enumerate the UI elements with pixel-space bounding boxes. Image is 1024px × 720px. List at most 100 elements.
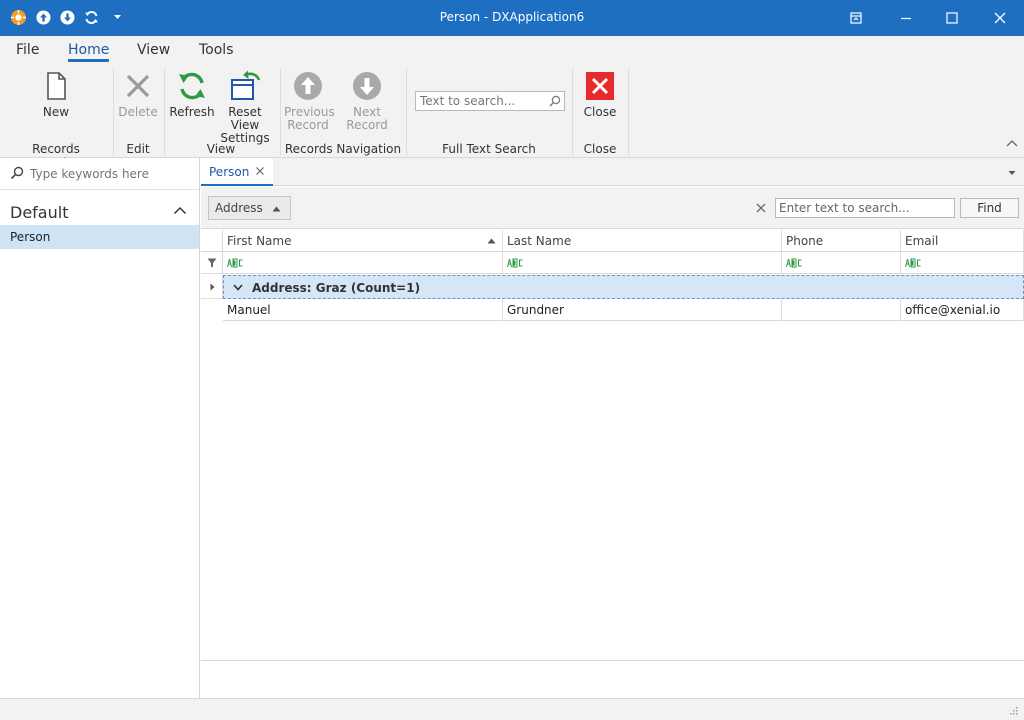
filter-cell-phone[interactable] <box>782 252 901 274</box>
group-panel: Address Find <box>201 187 1024 229</box>
resize-grip-icon[interactable] <box>1008 705 1018 715</box>
tab-person[interactable]: Person <box>201 158 273 186</box>
filter-cell-email[interactable] <box>901 252 1024 274</box>
cell-phone[interactable] <box>782 299 901 321</box>
cell-first-name[interactable]: Manuel <box>223 299 503 321</box>
new-label: New <box>42 105 70 119</box>
filter-cell-last-name[interactable] <box>503 252 782 274</box>
clear-search-icon[interactable] <box>756 203 766 213</box>
data-grid: First Name Last Name Phone Email Address… <box>201 230 1024 660</box>
column-header-label: Last Name <box>507 234 572 248</box>
filter-cell-first-name[interactable] <box>223 252 503 274</box>
ribbon-divider <box>572 68 573 156</box>
search-icon <box>10 166 24 180</box>
text-filter-icon <box>786 258 802 268</box>
search-icon <box>549 95 561 107</box>
window-layout-icon[interactable] <box>846 8 866 28</box>
ribbon-divider <box>164 68 165 156</box>
tab-tools[interactable]: Tools <box>199 42 234 58</box>
group-row-label: Address: Graz (Count=1) <box>252 281 421 295</box>
tab-home[interactable]: Home <box>68 42 110 62</box>
navigation-panel: Default Person <box>0 158 200 698</box>
reset-view-icon <box>231 70 261 100</box>
delete-x-icon <box>126 74 150 98</box>
ribbon: New Records Creation Delete Edit Refresh… <box>0 64 1024 170</box>
close-icon[interactable] <box>255 166 265 176</box>
column-header-phone[interactable]: Phone <box>782 230 901 252</box>
grid-footer <box>201 661 1024 698</box>
group-view: View <box>206 142 236 156</box>
refresh-button[interactable]: Refresh <box>168 70 216 119</box>
column-header-label: Email <box>905 234 939 248</box>
filter-row-indicator <box>201 252 223 274</box>
previous-record-label-2: Record <box>287 118 329 132</box>
nav-item-person[interactable]: Person <box>0 225 199 249</box>
minimize-icon[interactable] <box>896 8 916 28</box>
ribbon-search-input[interactable]: Text to search... <box>415 91 565 111</box>
text-filter-icon <box>905 258 921 268</box>
column-header-label: Phone <box>786 234 824 248</box>
focused-row-indicator <box>201 275 223 299</box>
row-indicator-header <box>201 230 223 252</box>
group-row-address-graz[interactable]: Address: Graz (Count=1) <box>223 275 1024 299</box>
ribbon-divider <box>280 68 281 156</box>
find-input[interactable] <box>775 198 955 218</box>
refresh-label: Refresh <box>169 105 215 119</box>
arrow-up-circle-icon <box>294 72 322 100</box>
ribbon-divider <box>406 68 407 156</box>
tab-view[interactable]: View <box>137 42 170 58</box>
delete-label: Delete <box>118 105 158 119</box>
chevron-down-icon[interactable] <box>1008 170 1016 176</box>
row-pointer-icon <box>210 283 215 291</box>
nav-search-box <box>0 158 199 190</box>
tab-file[interactable]: File <box>16 42 39 58</box>
title-bar: Person - DXApplication6 <box>0 0 1024 36</box>
reset-view-settings-button[interactable]: Reset View Settings <box>216 70 274 145</box>
group-chip-label: Address <box>215 201 263 215</box>
filter-icon[interactable] <box>207 258 217 268</box>
group-full-text-search: Full Text Search <box>442 142 536 156</box>
cell-email[interactable]: office@xenial.io <box>901 299 1024 321</box>
next-record-label: Next Record <box>346 105 388 132</box>
cell-last-name[interactable]: Grundner <box>503 299 782 321</box>
column-header-last-name[interactable]: Last Name <box>503 230 782 252</box>
group-close: Close <box>583 142 617 156</box>
find-button[interactable]: Find <box>960 198 1019 218</box>
ribbon-search-placeholder: Text to search... <box>420 94 516 108</box>
column-header-first-name[interactable]: First Name <box>223 230 503 252</box>
status-bar <box>0 698 1024 720</box>
next-record-button[interactable]: Next Record <box>334 70 400 132</box>
group-records-navigation: Records Navigation <box>284 142 402 156</box>
ribbon-divider <box>113 68 114 156</box>
document-tab-strip: Person <box>201 158 1024 186</box>
previous-record-button[interactable]: Previous Record <box>284 70 335 132</box>
group-by-address-chip[interactable]: Address <box>208 196 291 220</box>
new-button[interactable]: New <box>31 70 81 119</box>
tab-person-label: Person <box>209 165 250 179</box>
text-filter-icon <box>507 258 523 268</box>
arrow-down-circle-icon <box>353 72 381 100</box>
nav-group-header[interactable]: Default <box>10 203 68 222</box>
column-header-label: First Name <box>227 234 292 248</box>
reset-view-label-1: Reset View <box>228 105 262 132</box>
new-document-icon <box>47 72 66 100</box>
chevron-down-icon[interactable] <box>233 284 243 291</box>
close-label: Close <box>583 105 617 119</box>
chevron-up-icon[interactable] <box>173 205 187 215</box>
previous-record-label-1: Previous <box>284 105 335 119</box>
collapse-ribbon-icon[interactable] <box>1006 138 1018 148</box>
sort-ascending-icon <box>272 206 281 212</box>
sort-ascending-icon <box>487 238 496 244</box>
nav-search-input[interactable] <box>30 164 190 184</box>
ribbon-tab-strip: File Home View Tools <box>0 36 1024 64</box>
close-button[interactable]: Close <box>579 70 621 119</box>
window-title: Person - DXApplication6 <box>439 10 585 24</box>
delete-button[interactable]: Delete <box>118 70 158 119</box>
column-header-email[interactable]: Email <box>901 230 1024 252</box>
ribbon-divider <box>628 68 629 156</box>
close-red-icon <box>586 72 614 100</box>
text-filter-icon <box>227 258 243 268</box>
maximize-icon[interactable] <box>942 8 962 28</box>
close-window-icon[interactable] <box>990 8 1010 28</box>
refresh-icon <box>179 72 205 100</box>
